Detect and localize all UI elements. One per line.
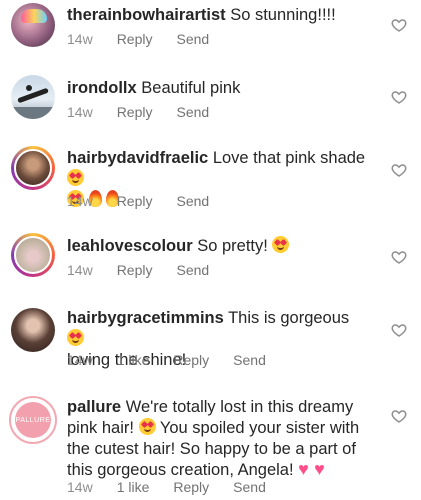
comment-text: irondollx Beautiful pink (67, 78, 367, 99)
comment-age: 14w (67, 479, 93, 495)
comment-meta: 14w Reply Send (67, 31, 233, 47)
comment-meta: 14w 1 like Reply Send (67, 479, 290, 495)
heart-outline-icon[interactable] (391, 17, 407, 33)
heart-eyes-emoji-icon (67, 329, 84, 346)
comment-username[interactable]: pallure (67, 398, 121, 416)
comment-item: PALLURE pallure We're totally lost in th… (0, 394, 421, 500)
reply-button[interactable]: Reply (173, 352, 209, 368)
comment-item: hairbydavidfraelic Love that pink shade … (0, 142, 421, 222)
comment-text: pallure We're totally lost in this dream… (67, 397, 367, 481)
reply-button[interactable]: Reply (173, 479, 209, 495)
comment-item: hairbygracetimmins This is gorgeous lovi… (0, 304, 421, 374)
comment-username[interactable]: hairbydavidfraelic (67, 149, 208, 167)
send-button[interactable]: Send (233, 479, 266, 495)
avatar[interactable] (11, 308, 55, 352)
comment-item: therainbowhairartist So stunning!!!! 14w… (0, 0, 421, 62)
comment-item: leahlovescolour So pretty! 14w Reply Send (0, 230, 421, 296)
comment-username[interactable]: leahlovescolour (67, 237, 193, 255)
avatar[interactable] (11, 233, 55, 277)
comment-age: 14w (67, 104, 93, 120)
comment-text: therainbowhairartist So stunning!!!! (67, 5, 367, 26)
comment-body: This is gorgeous (223, 309, 350, 327)
reply-button[interactable]: Reply (117, 104, 153, 120)
comment-username[interactable]: hairbygracetimmins (67, 309, 224, 327)
send-button[interactable]: Send (233, 352, 266, 368)
comment-meta: 14w Reply Send (67, 193, 233, 209)
heart-eyes-emoji-icon (138, 418, 156, 435)
likes-count[interactable]: 1 like (117, 352, 150, 368)
heart-arrow-emoji-icon (298, 459, 314, 480)
heart-outline-icon[interactable] (391, 162, 407, 178)
heart-outline-icon[interactable] (391, 249, 407, 265)
comment-body: So stunning!!!! (225, 6, 336, 24)
comment-item: irondollx Beautiful pink 14w Reply Send (0, 72, 421, 134)
heart-outline-icon[interactable] (391, 89, 407, 105)
reply-button[interactable]: Reply (117, 262, 153, 278)
avatar[interactable] (11, 146, 55, 190)
send-button[interactable]: Send (176, 193, 209, 209)
avatar[interactable] (11, 75, 55, 119)
avatar[interactable] (11, 3, 55, 47)
avatar[interactable]: PALLURE (9, 396, 57, 444)
comment-age: 14w (67, 262, 93, 278)
likes-count[interactable]: 1 like (117, 479, 150, 495)
comment-meta: 14w 1 like Reply Send (67, 352, 290, 368)
send-button[interactable]: Send (176, 262, 209, 278)
heart-eyes-emoji-icon (67, 169, 84, 186)
comment-age: 14w (67, 352, 93, 368)
comment-body: Love that pink shade (208, 149, 366, 167)
comment-age: 14w (67, 193, 93, 209)
comment-username[interactable]: irondollx (67, 79, 137, 97)
comment-age: 14w (67, 31, 93, 47)
comment-meta: 14w Reply Send (67, 262, 233, 278)
heart-arrow-emoji-icon (314, 459, 330, 480)
reply-button[interactable]: Reply (117, 193, 153, 209)
avatar-label: PALLURE (15, 416, 51, 424)
comment-body: Beautiful pink (136, 79, 241, 97)
heart-eyes-emoji-icon (272, 236, 290, 253)
comment-username[interactable]: therainbowhairartist (67, 6, 226, 24)
comment-text: leahlovescolour So pretty! (67, 236, 367, 257)
reply-button[interactable]: Reply (117, 31, 153, 47)
comment-meta: 14w Reply Send (67, 104, 233, 120)
heart-outline-icon[interactable] (391, 408, 407, 424)
send-button[interactable]: Send (176, 104, 209, 120)
heart-outline-icon[interactable] (391, 322, 407, 338)
comment-body: So pretty! (192, 237, 273, 255)
send-button[interactable]: Send (176, 31, 209, 47)
